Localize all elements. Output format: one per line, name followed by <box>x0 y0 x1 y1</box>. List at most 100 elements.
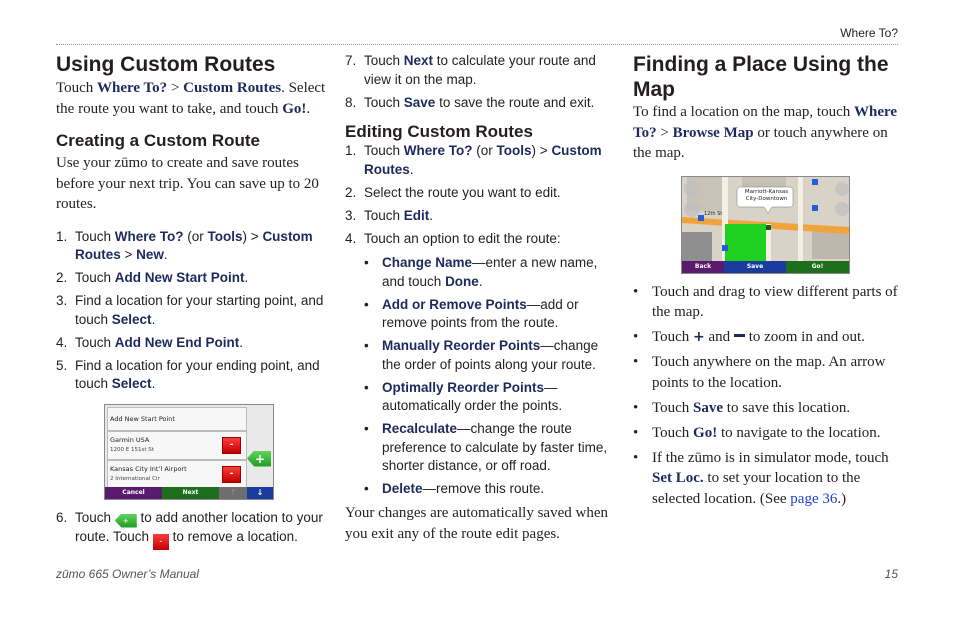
step: 1. Touch Where To? (or Tools) > Custom Ro… <box>56 228 326 265</box>
text: to navigate to the location. <box>717 424 881 441</box>
text: . <box>478 273 483 289</box>
step-number: 1. <box>56 228 68 244</box>
text: Touch <box>75 509 115 525</box>
point-address: 2 International Cir <box>110 475 160 482</box>
point-name: Garmin USA <box>110 435 150 444</box>
text: Touch <box>364 207 404 223</box>
text: . <box>163 247 168 262</box>
step-number: 6. <box>56 509 68 525</box>
step-number: 1. <box>345 143 357 158</box>
go-button: Go! <box>786 260 849 273</box>
bullet: • <box>633 283 639 300</box>
ui-term: Save <box>693 399 724 416</box>
bullet: • <box>364 296 369 312</box>
text: ) > <box>242 228 263 244</box>
option-recalculate: • Recalculate—change the route preference… <box>345 420 610 476</box>
bullet: • <box>364 421 369 436</box>
column-finding-place-on-map: Finding a Place Using the Map To find a … <box>633 52 898 514</box>
text: . <box>151 376 156 391</box>
text: (or <box>183 228 208 244</box>
text: .) <box>837 490 847 507</box>
step-number: 7. <box>345 53 357 68</box>
cancel-button: Cancel <box>105 486 162 499</box>
section-title: Finding a Place Using the Map <box>633 53 889 101</box>
text: Touch <box>652 424 694 441</box>
ui-term: Next <box>403 53 434 68</box>
compass-icon <box>835 181 849 196</box>
ui-term: Done <box>445 273 479 289</box>
text: Touch <box>364 53 404 68</box>
remove-point-button: - <box>222 465 241 483</box>
row-label: Add New Start Point <box>110 414 175 423</box>
tip: • Touch and drag to view different parts … <box>633 282 898 323</box>
text: to save this location. <box>723 399 851 416</box>
map-road <box>798 176 803 261</box>
route-point-row: Kansas City Int’l Airport 2 Internationa… <box>107 459 247 488</box>
ui-term: Where To? <box>114 228 184 244</box>
step-number: 2. <box>56 270 68 285</box>
bullet: • <box>364 379 369 395</box>
column-editing-custom-routes: 7. Touch Next to calculate your route and… <box>345 52 610 544</box>
step: 3. Touch Edit. <box>345 207 610 226</box>
back-button: Back <box>682 260 724 273</box>
screen-button-bar: Cancel Next ↑ ↓ <box>105 486 273 499</box>
create-steps-final: 7. Touch Next to calculate your route and… <box>345 52 610 112</box>
option-optimally-reorder: • Optimally Reorder Points— automatically… <box>345 379 610 416</box>
ui-term: Add or Remove Points <box>382 296 527 312</box>
parking-icon <box>722 244 728 251</box>
tip: • If the zūmo is in simulator mode, touch… <box>633 448 898 510</box>
ui-term: Go! <box>693 424 718 441</box>
step-number: 3. <box>56 293 68 308</box>
step: 2. Touch Add New Start Point. <box>56 269 326 288</box>
route-list-screenshot: Add New Start Point Garmin USA 1200 E 15… <box>104 403 274 500</box>
text: > <box>120 247 137 262</box>
point-name: Kansas City Int’l Airport <box>110 464 187 473</box>
option-change-name: • Change Name—enter a new name, and touch… <box>345 254 610 291</box>
text: > <box>167 80 184 96</box>
step-number: 8. <box>345 94 357 110</box>
step: 8. Touch Save to save the route and exit. <box>345 94 610 113</box>
ui-term: Tools <box>496 143 532 158</box>
page-36-link[interactable]: page 36 <box>790 491 837 507</box>
edit-options: • Change Name—enter a new name, and touch… <box>345 254 610 499</box>
text: Touch <box>75 270 115 285</box>
footer-manual-title: zūmo 665 Owner’s Manual <box>56 567 199 581</box>
add-location-icon: + <box>114 513 137 528</box>
text: Touch <box>652 329 694 345</box>
rotate-map-icon <box>835 201 849 216</box>
step: 2. Select the route you want to edit. <box>345 184 610 203</box>
step: 4. Touch an option to edit the route: <box>345 230 610 249</box>
map-park <box>725 223 766 261</box>
section-intro: Touch Where To? > Custom Routes. Select … <box>56 78 326 119</box>
text: > <box>656 124 673 141</box>
map-screenshot: Marriott-Kansas City-Downtown 12th St Ba… <box>681 175 850 274</box>
ui-term: Change Name <box>382 255 473 270</box>
ui-term: Select <box>111 376 152 391</box>
text: Touch and drag to view different parts o… <box>652 283 898 321</box>
route-point-row: Garmin USA 1200 E 151st St - <box>107 430 247 460</box>
remove-location-icon: - <box>152 533 169 550</box>
running-head: Where To? <box>840 26 898 40</box>
ui-term: Save <box>403 94 436 110</box>
text: —remove this route. <box>422 481 545 496</box>
parking-icon <box>812 178 818 185</box>
step: 7. Touch Next to calculate your route and… <box>345 52 610 89</box>
ui-term: Set Loc. <box>652 470 704 486</box>
option-delete: • Delete—remove this route. <box>345 480 610 499</box>
bullet: • <box>633 329 639 345</box>
text: Touch <box>75 228 115 244</box>
street-label: 12th St <box>704 210 723 217</box>
text: and <box>704 329 734 345</box>
subsection-title: Editing Custom Routes <box>345 122 533 141</box>
step: 1. Touch Where To? (or Tools) > Custom Ro… <box>345 142 610 179</box>
section-title: Using Custom Routes <box>56 53 276 76</box>
step-number: 5. <box>56 357 68 373</box>
ui-term: Manually Reorder Points <box>382 338 541 353</box>
step: 5. Find a location for your ending point,… <box>56 357 326 394</box>
point-address: 1200 E 151st St <box>110 446 154 453</box>
add-point-button: + <box>247 450 271 467</box>
tip: • Touch anywhere on the map. An arrow poi… <box>633 352 898 393</box>
location-marker-icon <box>766 224 771 230</box>
section-intro: To find a location on the map, touch Whe… <box>633 102 898 164</box>
subsection-intro: Use your zūmo to create and save routes … <box>56 155 319 212</box>
